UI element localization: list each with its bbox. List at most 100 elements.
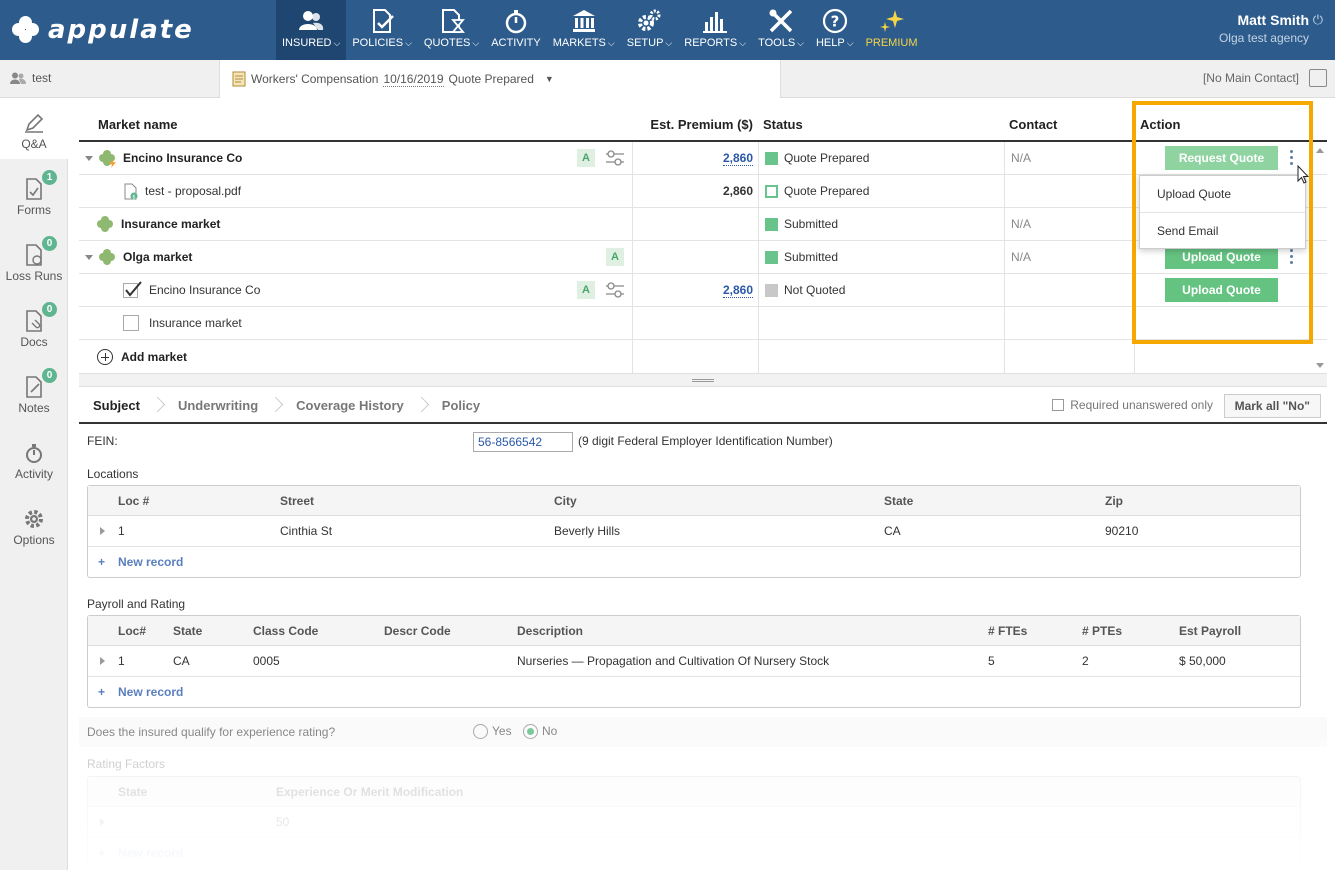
add-market-button[interactable]: Add market xyxy=(79,340,632,373)
col-status: Status xyxy=(763,116,803,132)
request-quote-button[interactable]: Request Quote xyxy=(1165,146,1278,170)
chevron-down-icon: ⌵ xyxy=(665,38,673,48)
market-name[interactable]: Olga market xyxy=(123,250,192,264)
est-premium-link[interactable]: 2,860 xyxy=(722,151,753,166)
nav-reports[interactable]: REPORTS ⌵ xyxy=(678,0,752,60)
unchecked-checkbox[interactable] xyxy=(123,315,139,331)
mark-all-no-button[interactable]: Mark all "No" xyxy=(1223,394,1321,418)
policy-document-icon xyxy=(232,71,246,87)
policy-date[interactable]: 10/16/2019 xyxy=(383,72,444,87)
nav-activity[interactable]: ACTIVITY xyxy=(485,0,547,60)
sidebar-label-options: Options xyxy=(13,533,55,547)
yes-radio[interactable] xyxy=(473,724,488,740)
location-row[interactable]: 1 Cinthia St Beverly Hills CA 90210 xyxy=(88,516,1300,547)
filter-sliders-icon[interactable] xyxy=(605,149,625,167)
sidebar-item-docs[interactable]: 0 Docs xyxy=(0,302,68,349)
nav-tools[interactable]: TOOLS ⌵ xyxy=(752,0,810,60)
nav-markets[interactable]: MARKETS ⌵ xyxy=(547,0,621,60)
clover-logo-icon xyxy=(12,16,40,44)
tab-coverage-history[interactable]: Coverage History xyxy=(282,388,418,422)
panel-splitter[interactable] xyxy=(79,373,1327,387)
market-name[interactable]: Insurance market xyxy=(121,217,220,231)
experience-no-option[interactable]: No xyxy=(523,724,557,740)
yes-label: Yes xyxy=(492,724,512,738)
nav-help-label: HELP xyxy=(815,37,845,49)
user-menu[interactable]: Matt Smith Olga test agency ⏻ xyxy=(1219,12,1323,45)
upload-quote-button[interactable]: Upload Quote xyxy=(1165,278,1278,302)
tab-subject[interactable]: Subject xyxy=(79,388,154,422)
required-only-checkbox[interactable] xyxy=(1052,399,1065,411)
appulate-market-badge: A xyxy=(577,281,595,299)
pdf-file-icon: $ xyxy=(124,183,138,200)
dropdown-send-email[interactable]: Send Email xyxy=(1140,213,1305,250)
policy-selector[interactable]: Workers' Compensation 10/16/2019 Quote P… xyxy=(219,60,781,98)
new-location-record-button[interactable]: + New record xyxy=(88,547,1300,577)
client-selector[interactable]: test xyxy=(10,71,51,85)
tab-underwriting[interactable]: Underwriting xyxy=(164,388,272,422)
nav-setup[interactable]: SETUP ⌵ xyxy=(621,0,679,60)
filter-sliders-icon[interactable] xyxy=(605,281,625,299)
nav-insured[interactable]: INSURED ⌵ xyxy=(276,0,347,60)
market-name[interactable]: Insurance market xyxy=(149,316,242,330)
expand-row-icon[interactable] xyxy=(100,818,105,826)
power-icon[interactable]: ⏻ xyxy=(1313,12,1323,28)
est-premium-link[interactable]: 2,860 xyxy=(722,283,753,298)
sidebar-item-activity[interactable]: Activity xyxy=(0,442,68,481)
col-description: Description xyxy=(517,624,584,638)
dropdown-upload-quote[interactable]: Upload Quote xyxy=(1140,176,1305,213)
required-only-toggle[interactable]: Required unanswered only xyxy=(1052,398,1213,412)
contact-card-icon[interactable] xyxy=(1309,69,1327,87)
sidebar-item-forms[interactable]: 1 Forms xyxy=(0,170,68,217)
appulate-logo[interactable]: appulate xyxy=(12,14,194,46)
main-contact-link[interactable]: [No Main Contact] xyxy=(1203,71,1299,85)
add-market-row: Add market xyxy=(79,340,1327,373)
sidebar-item-loss-runs[interactable]: 0 Loss Runs xyxy=(0,236,68,283)
collapse-triangle-icon[interactable] xyxy=(85,254,93,260)
market-name[interactable]: Encino Insurance Co xyxy=(149,283,260,297)
fein-input[interactable]: 56-8566542 xyxy=(473,432,573,452)
user-agency: Olga test agency xyxy=(1218,31,1309,45)
sidebar-label-forms: Forms xyxy=(17,203,51,217)
rating-factor-row[interactable]: 50 xyxy=(88,807,1300,838)
chevron-down-icon: ⌵ xyxy=(846,38,854,48)
expand-row-icon[interactable] xyxy=(100,527,105,535)
new-record-label: New record xyxy=(118,685,184,699)
markets-scrollbar[interactable] xyxy=(1313,143,1327,373)
payroll-row[interactable]: 1 CA 0005 Nurseries — Propagation and Cu… xyxy=(88,646,1300,677)
pen-icon xyxy=(23,112,45,134)
no-radio[interactable] xyxy=(523,724,538,740)
checked-checkbox-icon[interactable] xyxy=(123,281,143,299)
more-actions-icon[interactable] xyxy=(1290,249,1294,267)
mouse-cursor-icon xyxy=(1297,165,1309,184)
status-text: Quote Prepared xyxy=(784,151,870,165)
nav-help[interactable]: ? HELP ⌵ xyxy=(810,0,860,60)
expand-row-icon[interactable] xyxy=(100,657,105,665)
sidebar-item-qa[interactable]: Q&A xyxy=(0,99,68,159)
sidebar-item-notes[interactable]: 0 Notes xyxy=(0,368,68,415)
col-action: Action xyxy=(1140,116,1181,132)
nav-quotes[interactable]: QUOTES ⌵ xyxy=(418,0,485,60)
market-clover-icon xyxy=(99,150,116,168)
context-bar: test Workers' Compensation 10/16/2019 Qu… xyxy=(0,60,1335,98)
locations-grid: Loc # Street City State Zip 1 Cinthia St… xyxy=(87,485,1301,578)
nav-premium[interactable]: PREMIUM xyxy=(860,0,924,60)
new-rating-record-button[interactable]: + New record xyxy=(88,838,1300,868)
tab-policy[interactable]: Policy xyxy=(428,388,494,422)
experience-yes-option[interactable]: Yes xyxy=(473,724,512,740)
sidebar-label-notes: Notes xyxy=(18,401,50,415)
market-name[interactable]: Encino Insurance Co xyxy=(123,151,242,165)
more-actions-icon[interactable] xyxy=(1290,150,1294,168)
forms-icon: 1 xyxy=(23,170,57,200)
col-est-payroll: Est Payroll xyxy=(1179,624,1242,638)
nav-policies[interactable]: POLICIES ⌵ xyxy=(346,0,418,60)
loc-street: Cinthia St xyxy=(280,524,333,538)
user-icon xyxy=(10,72,26,84)
new-payroll-record-button[interactable]: + New record xyxy=(88,677,1300,707)
collapse-triangle-icon[interactable] xyxy=(85,155,93,161)
loc-state: CA xyxy=(884,524,901,538)
plus-circle-icon xyxy=(97,348,113,365)
sidebar-item-options[interactable]: Options xyxy=(0,508,68,547)
chevron-down-icon: ⌵ xyxy=(607,38,615,48)
nav-tools-label: TOOLS xyxy=(758,37,796,49)
quote-file-name[interactable]: test - proposal.pdf xyxy=(145,184,241,198)
